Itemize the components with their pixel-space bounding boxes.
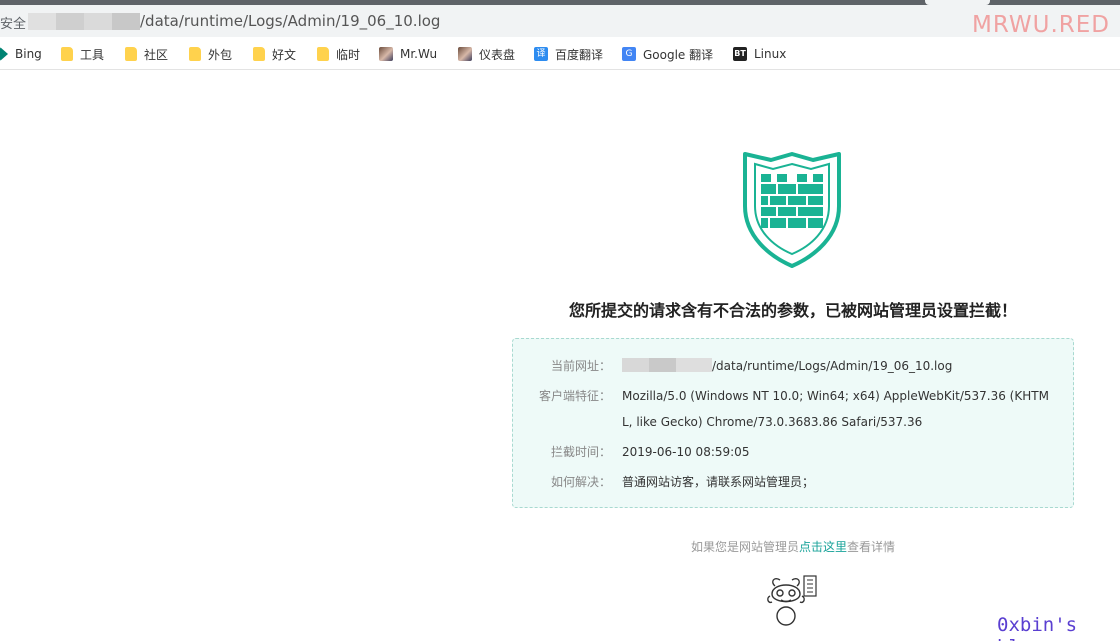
- mascot-logo-icon: [767, 575, 817, 626]
- avatar-icon: [458, 47, 472, 61]
- bookmark-baidu-translate[interactable]: 译 百度翻译: [534, 45, 603, 63]
- bookmark-label: Mr.Wu: [400, 47, 438, 61]
- folder-icon: [125, 47, 137, 61]
- redacted-host: [28, 13, 140, 30]
- bookmark-bing[interactable]: Bing: [0, 45, 42, 63]
- bing-icon: [0, 47, 8, 61]
- info-label: 如何解决：: [550, 475, 611, 489]
- bookmark-folder-outsource[interactable]: 外包: [189, 45, 232, 63]
- block-info-box: 当前网址： /data/runtime/Logs/Admin/19_06_10.…: [512, 338, 1074, 508]
- folder-icon: [61, 47, 73, 61]
- address-bar[interactable]: 安全 /data/runtime/Logs/Admin/19_06_10.log: [0, 5, 1120, 37]
- bookmark-label: 临时: [336, 47, 361, 62]
- shield-icon: [743, 152, 841, 268]
- redacted-host: [622, 358, 712, 372]
- solution-value: 普通网站访客，请联系网站管理员；: [622, 475, 815, 489]
- info-label: 拦截时间：: [550, 445, 611, 459]
- admin-details-link[interactable]: 点击这里: [799, 540, 847, 554]
- folder-icon: [189, 47, 201, 61]
- bookmark-label: Google 翻译: [643, 47, 714, 62]
- bookmark-label: 社区: [144, 47, 169, 62]
- bookmark-linux[interactable]: BT Linux: [733, 45, 786, 63]
- bookmark-google-translate[interactable]: G Google 翻译: [622, 45, 713, 63]
- bookmark-folder-tools[interactable]: 工具: [61, 45, 104, 63]
- translate-icon: 译: [534, 47, 548, 61]
- info-label: 客户端特征：: [538, 389, 611, 403]
- info-label: 当前网址：: [550, 359, 611, 373]
- url-text[interactable]: /data/runtime/Logs/Admin/19_06_10.log: [140, 12, 440, 30]
- watermark-top: MRWU.RED: [972, 12, 1111, 38]
- bookmark-label: 外包: [208, 47, 233, 62]
- bookmark-folder-temp[interactable]: 临时: [317, 45, 360, 63]
- bt-icon: BT: [733, 47, 747, 61]
- admin-hint-suffix: 查看详情: [847, 540, 896, 554]
- bookmark-mrwu[interactable]: Mr.Wu: [379, 45, 437, 63]
- bookmark-folder-community[interactable]: 社区: [125, 45, 168, 63]
- user-agent-value: Mozilla/5.0 (Windows NT 10.0; Win64; x64…: [622, 389, 1049, 429]
- folder-icon: [253, 47, 265, 61]
- security-indicator[interactable]: 安全: [0, 13, 26, 32]
- bookmarks-bar: Bing 工具 社区 外包 好文 临时 Mr.Wu 仪表盘 译 百度翻译 G G…: [0, 37, 1120, 70]
- bookmark-label: 好文: [272, 47, 297, 62]
- admin-hint-prefix: 如果您是网站管理员: [690, 540, 799, 554]
- bookmark-label: 工具: [80, 47, 105, 62]
- google-translate-icon: G: [622, 47, 636, 61]
- info-value: /data/runtime/Logs/Admin/19_06_10.log: [622, 353, 1054, 379]
- bookmark-label: Linux: [754, 47, 787, 61]
- bookmark-folder-articles[interactable]: 好文: [253, 45, 296, 63]
- bookmark-label: 百度翻译: [555, 47, 604, 62]
- admin-hint: 如果您是网站管理员点击这里查看详情: [512, 538, 1074, 555]
- bookmark-label: 仪表盘: [479, 47, 516, 62]
- bookmark-label: Bing: [15, 47, 42, 61]
- folder-icon: [317, 47, 329, 61]
- block-time-value: 2019-06-10 08:59:05: [622, 445, 750, 459]
- block-heading: 您所提交的请求含有不合法的参数，已被网站管理员设置拦截！: [568, 301, 1017, 320]
- watermark-bottom: 0xbin's blog: [997, 614, 1078, 641]
- bookmark-dashboard[interactable]: 仪表盘: [458, 45, 515, 63]
- current-url-value: /data/runtime/Logs/Admin/19_06_10.log: [712, 359, 953, 373]
- avatar-icon: [379, 47, 393, 61]
